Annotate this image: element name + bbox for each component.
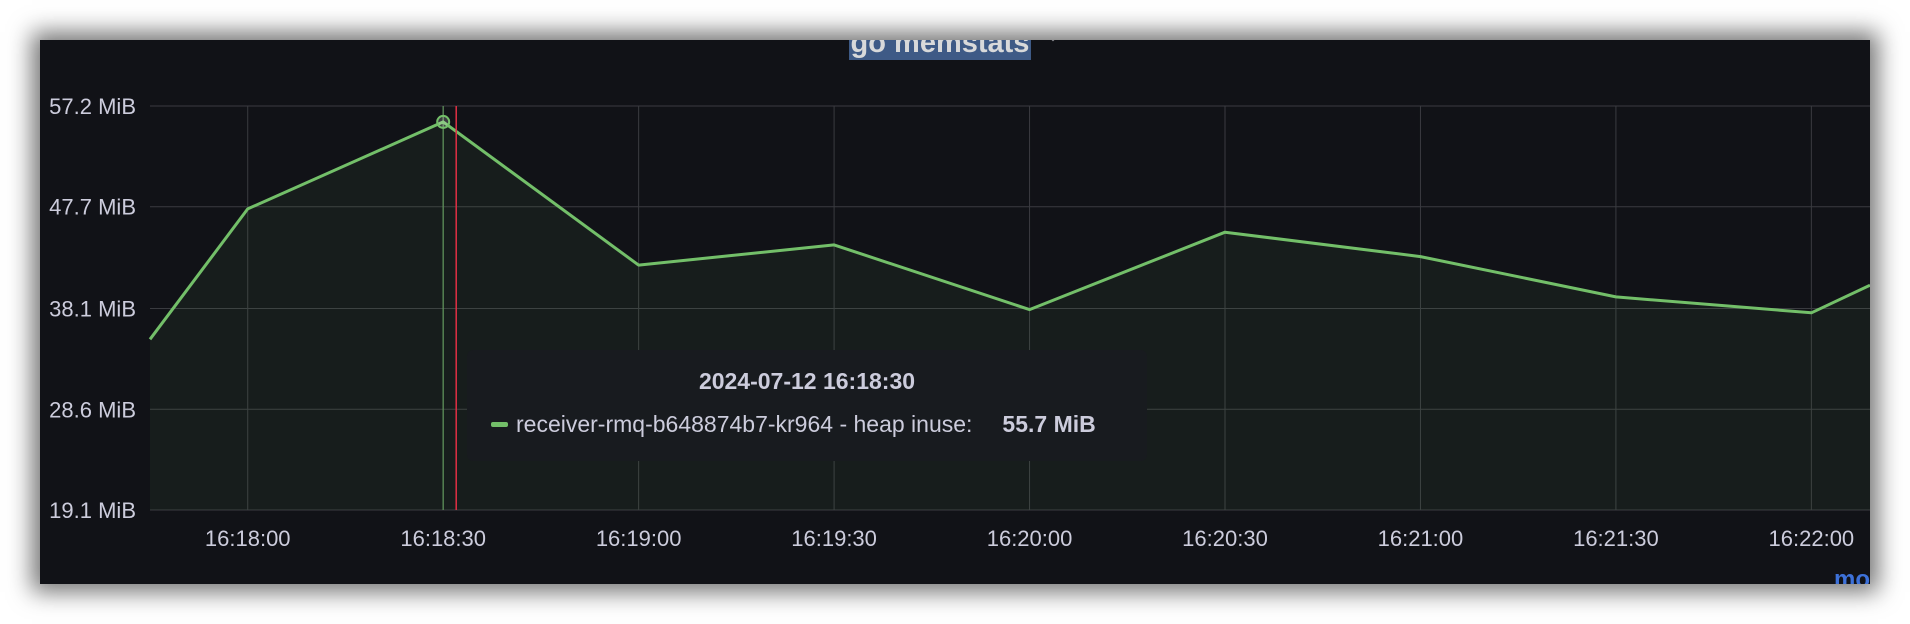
y-tick-label: 47.7 MiB <box>49 195 136 220</box>
tooltip-series-label: receiver-rmq-b648874b7-kr964 - heap inus… <box>516 411 973 437</box>
series-color-swatch <box>491 421 508 427</box>
chevron-down-icon[interactable] <box>1045 40 1061 51</box>
corner-link[interactable]: mo <box>1834 566 1870 584</box>
x-tick-label: 16:22:00 <box>1769 526 1855 551</box>
data-point <box>148 337 152 341</box>
hover-tooltip: 2024-07-12 16:18:30 receiver-rmq-b648874… <box>467 350 1147 461</box>
x-tick-label: 16:19:00 <box>596 526 682 551</box>
data-point <box>1028 308 1032 312</box>
panel-header: go memstats <box>40 40 1870 66</box>
data-point <box>1418 255 1422 259</box>
y-tick-label: 28.6 MiB <box>49 397 136 422</box>
data-point <box>246 207 250 211</box>
x-tick-label: 16:21:30 <box>1573 526 1659 551</box>
x-tick-label: 16:20:00 <box>987 526 1073 551</box>
tooltip-time: 2024-07-12 16:18:30 <box>698 368 916 394</box>
x-tick-label: 16:21:00 <box>1378 526 1464 551</box>
hover-point <box>436 114 451 129</box>
data-point <box>637 263 641 267</box>
data-point <box>1223 230 1227 234</box>
tooltip-series-row: receiver-rmq-b648874b7-kr964 - heap inus… <box>491 409 1096 439</box>
y-tick-label: 19.1 MiB <box>49 498 136 523</box>
panel-title[interactable]: go memstats <box>848 40 1032 60</box>
tooltip-value: 55.7 MiB <box>1002 411 1096 437</box>
x-tick-label: 16:19:30 <box>791 526 877 551</box>
x-tick-label: 16:20:30 <box>1182 526 1268 551</box>
y-tick-label: 38.1 MiB <box>49 297 136 322</box>
x-axis: 16:18:00 16:18:30 16:19:00 16:19:30 16:20:00… <box>205 526 1854 551</box>
data-point <box>1614 295 1618 299</box>
x-tick-label: 16:18:00 <box>205 526 291 551</box>
data-point <box>832 243 836 247</box>
heap-inuse-chart[interactable]: 57.2 MiB 47.7 MiB 38.1 MiB 28.6 MiB 19.1 MiB… <box>40 40 1870 584</box>
panel-window: 57.2 MiB 47.7 MiB 38.1 MiB 28.6 MiB 19.1 MiB… <box>40 40 1870 584</box>
y-axis: 57.2 MiB 47.7 MiB 38.1 MiB 28.6 MiB 19.1 MiB <box>49 94 136 523</box>
data-point <box>1809 311 1813 315</box>
y-tick-label: 57.2 MiB <box>49 94 136 119</box>
x-tick-label: 16:18:30 <box>400 526 486 551</box>
